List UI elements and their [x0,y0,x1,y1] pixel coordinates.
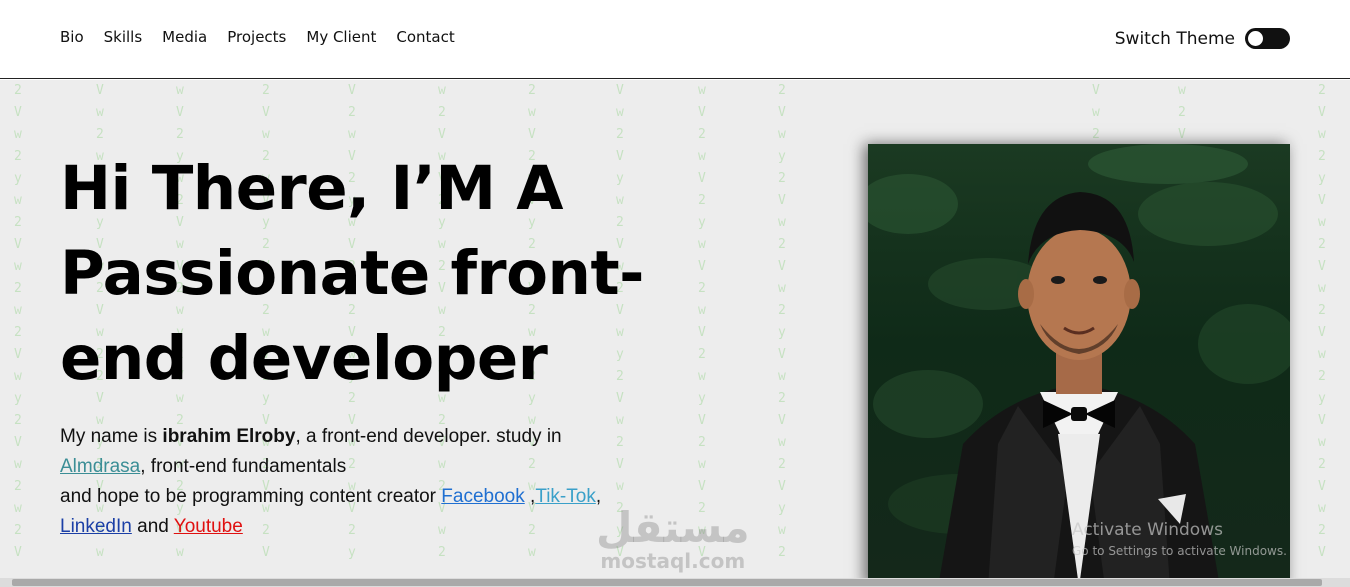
linkedin-link[interactable]: LinkedIn [60,516,132,537]
theme-switch: Switch Theme [1115,28,1290,49]
activate-windows-overlay: Activate Windows Go to Settings to activ… [1072,520,1287,558]
mostaql-watermark: مستقل mostaql.com [596,503,750,574]
watermark-url: mostaql.com [600,549,746,573]
hero-section: 2 V w 2 y w 2 V w 2 w 2 V w y 2 V w 2 w … [0,80,1350,587]
almdrasa-link[interactable]: Almdrasa [60,456,140,477]
intro-text-part: My name is [60,426,163,447]
nav-link-my-client[interactable]: My Client [306,26,376,48]
intro-text-part: and hope to be programming content creat… [60,486,442,507]
nav-link-bio[interactable]: Bio [60,26,84,48]
intro-text-part: , a front-end developer. study in [295,426,562,447]
tiktok-link[interactable]: Tik-Tok [535,486,596,507]
watermark-logo: مستقل [596,503,750,552]
nav-link-contact[interactable]: Contact [396,26,454,48]
nav-link-media[interactable]: Media [162,26,207,48]
top-navbar: Bio Skills Media Projects My Client Cont… [0,0,1350,79]
scrollbar-thumb[interactable] [12,579,1322,586]
horizontal-scrollbar[interactable] [0,578,1350,587]
hero-heading: Hi There, I’M A Passionate front-end dev… [60,153,644,394]
toggle-knob [1248,31,1263,46]
developer-name: ibrahim Elroby [162,426,296,447]
youtube-link[interactable]: Youtube [174,516,243,537]
activate-windows-subtitle: Go to Settings to activate Windows. [1072,544,1287,558]
facebook-link[interactable]: Facebook [441,486,524,507]
intro-text-part: , front-end fundamentals [140,456,347,477]
nav-link-projects[interactable]: Projects [227,26,286,48]
theme-switch-label: Switch Theme [1114,28,1235,49]
nav-link-skills[interactable]: Skills [104,26,143,48]
activate-windows-title: Activate Windows [1072,520,1223,540]
intro-text-part: , [524,486,536,507]
nav-links: Bio Skills Media Projects My Client Cont… [60,26,475,48]
theme-toggle[interactable] [1245,28,1290,49]
intro-text-part: and [131,516,174,537]
hero-intro-text: My name is ibrahim Elroby, a front-end d… [60,422,660,542]
